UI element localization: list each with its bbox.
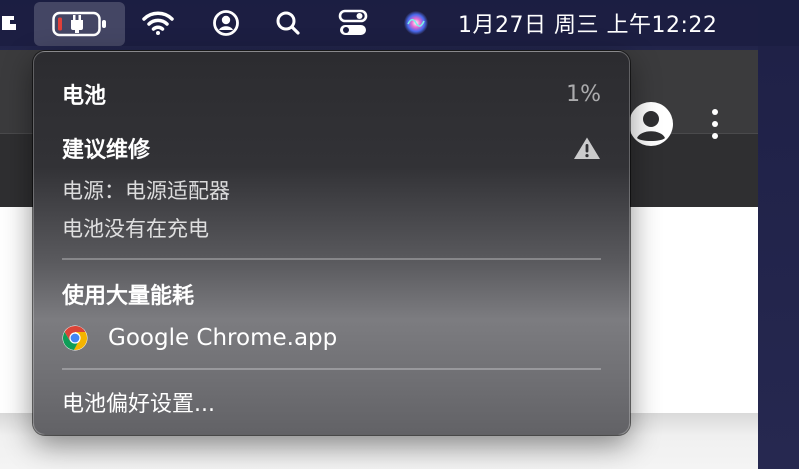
control-center-menu-extra[interactable] xyxy=(331,0,375,46)
battery-dropdown-menu: 电池 1% 建议维修 电源：电源适配器 电池没有在充电 使用大量能耗 Googl… xyxy=(33,51,630,435)
user-icon xyxy=(213,10,239,36)
user-menu-extra[interactable] xyxy=(206,0,246,46)
more-menu-icon[interactable] xyxy=(705,104,725,144)
energy-app-item-chrome[interactable]: Google Chrome.app xyxy=(62,318,601,358)
battery-percent: 1% xyxy=(566,81,601,107)
battery-title-row: 电池 1% xyxy=(62,76,601,112)
partial-app-icon xyxy=(2,16,16,30)
service-recommended-row[interactable]: 建议维修 xyxy=(62,130,601,166)
wifi-icon xyxy=(142,11,174,35)
battery-icon xyxy=(51,11,106,37)
wifi-menu-extra[interactable] xyxy=(138,0,178,46)
chrome-icon xyxy=(62,325,88,351)
siri-icon xyxy=(404,11,428,35)
energy-section-header: 使用大量能耗 xyxy=(62,276,601,312)
app-name: Google Chrome.app xyxy=(108,325,338,351)
power-source-row: 电源：电源适配器 xyxy=(62,174,601,206)
menu-separator xyxy=(62,368,601,370)
battery-menu-extra[interactable] xyxy=(34,2,125,46)
spotlight-menu-extra[interactable] xyxy=(268,0,308,46)
profile-avatar-icon[interactable] xyxy=(629,102,673,146)
power-source-label: 电源：电源适配器 xyxy=(62,179,230,203)
control-center-icon xyxy=(338,9,368,35)
service-recommended-label: 建议维修 xyxy=(62,138,151,163)
menubar-clock[interactable]: 1月27日 周三 上午12:22 xyxy=(458,0,768,46)
menu-bar: 1月27日 周三 上午12:22 xyxy=(0,0,799,46)
battery-preferences-label: 电池偏好设置... xyxy=(62,392,215,417)
desktop-edge xyxy=(758,0,799,469)
partial-menubar-icon[interactable] xyxy=(0,0,22,46)
battery-title: 电池 xyxy=(62,84,107,109)
menu-separator xyxy=(62,258,601,260)
charging-status-row: 电池没有在充电 xyxy=(62,212,601,244)
battery-preferences-item[interactable]: 电池偏好设置... xyxy=(62,382,601,422)
siri-menu-extra[interactable] xyxy=(396,0,436,46)
search-icon xyxy=(276,11,300,35)
charging-status-label: 电池没有在充电 xyxy=(62,217,209,241)
energy-header-label: 使用大量能耗 xyxy=(62,284,195,309)
warning-icon xyxy=(574,137,600,159)
